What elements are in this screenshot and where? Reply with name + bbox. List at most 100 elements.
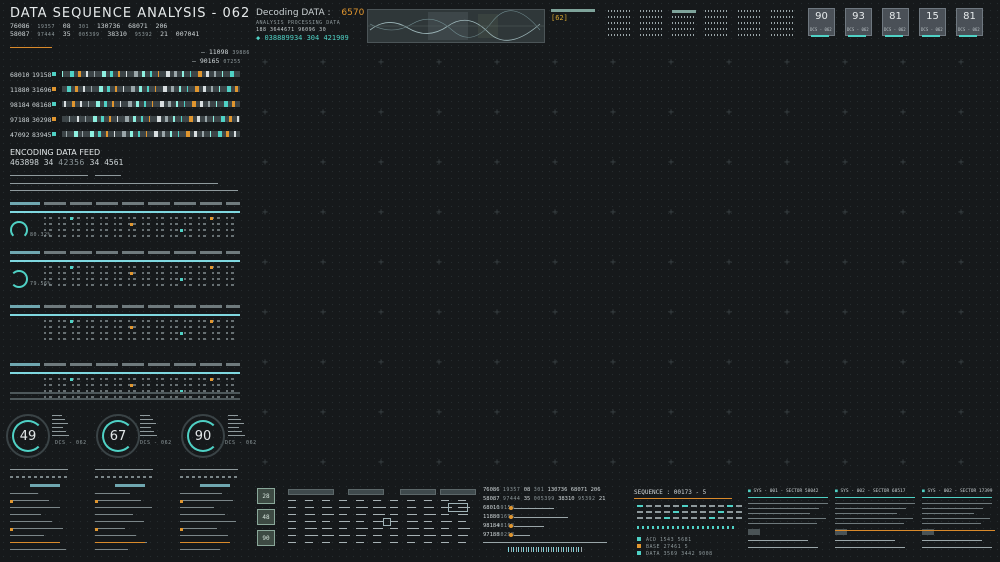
decoding-code: 038889934 304 421909 <box>264 34 349 42</box>
plus-marker: + <box>378 457 385 468</box>
feed-marker-icon <box>210 320 213 323</box>
encoding-num: 463898 <box>10 158 39 167</box>
grid-cell <box>339 521 350 522</box>
block-row <box>180 507 214 508</box>
grid-cell <box>356 521 364 522</box>
gauge-label: DCS - 062 <box>225 440 257 446</box>
page-title: DATA SEQUENCE ANALYSIS - 062 <box>10 6 251 21</box>
grid-cell <box>339 507 350 508</box>
dot-row <box>771 16 795 18</box>
signal-seg <box>163 86 167 92</box>
bc-num: 301 <box>533 487 545 493</box>
row-num: 30298 <box>32 116 52 124</box>
grid-cell <box>322 542 330 543</box>
block-marker-icon <box>95 500 98 503</box>
plus-marker: + <box>958 307 965 318</box>
grid-box <box>448 503 468 512</box>
plus-marker: + <box>378 307 385 318</box>
plus-marker: + <box>552 57 559 68</box>
sys-3: ■ SYS - 002 - SECTOR 17399 <box>922 489 992 494</box>
grid-cell <box>407 535 420 536</box>
bc-num: 206 <box>590 487 601 493</box>
plus-marker: + <box>900 207 907 218</box>
row-num: 08168 <box>32 101 52 109</box>
header-num: 68071 <box>128 22 148 30</box>
seq-cell <box>646 517 652 519</box>
tick-line <box>140 423 156 424</box>
plus-marker: + <box>610 457 617 468</box>
sequence-item: ACD 1543 5681 <box>646 537 692 543</box>
block-row <box>180 528 217 529</box>
grid-cell <box>322 521 330 522</box>
grid-cell <box>288 528 296 529</box>
signal-seg <box>66 131 67 137</box>
header-num: 97444 <box>37 32 55 38</box>
signal-seg <box>197 116 200 122</box>
seq-cell <box>709 511 715 513</box>
card-value: 15 <box>926 11 939 22</box>
mini-gauge-icon <box>10 270 28 288</box>
signal-seg <box>213 116 214 122</box>
dot-row <box>608 34 632 36</box>
seq-cell <box>673 517 679 519</box>
signal-seg <box>106 131 108 137</box>
bc-num: 97444 <box>502 496 521 502</box>
plus-marker: + <box>726 157 733 168</box>
grid-cell <box>373 507 386 508</box>
feed-header <box>44 305 240 308</box>
signal-seg <box>232 101 235 107</box>
plus-marker: + <box>552 157 559 168</box>
row-num: 68010 <box>10 71 30 79</box>
plus-marker: + <box>262 457 269 468</box>
block-row <box>10 507 60 508</box>
feed-marker-icon <box>70 378 73 381</box>
signal-seg <box>123 86 124 92</box>
grid-cell <box>424 500 432 501</box>
decoding-label-row: Decoding DATA : 6570 <box>256 8 364 18</box>
tick-line <box>52 431 66 432</box>
bc-num: 35 <box>523 496 531 502</box>
signal-seg <box>112 101 114 107</box>
square-icon: ■ <box>922 489 925 494</box>
signal-seg <box>109 116 111 122</box>
signal-seg <box>176 101 178 107</box>
grid-cell <box>356 528 368 529</box>
plus-marker: + <box>494 457 501 468</box>
signal-seg <box>194 131 197 137</box>
grid-cell <box>424 507 434 508</box>
signal-seg <box>74 131 78 137</box>
row-marker-icon <box>52 132 56 136</box>
plus-marker: + <box>958 57 965 68</box>
sys-row <box>922 540 982 541</box>
plus-marker: + <box>900 357 907 368</box>
signal-seg <box>80 101 82 107</box>
block-row <box>10 514 41 515</box>
signal-seg <box>211 86 213 92</box>
plus-marker: + <box>436 207 443 218</box>
block-line <box>180 469 238 470</box>
sys-row <box>835 503 915 504</box>
plus-marker: + <box>320 307 327 318</box>
signal-seg <box>142 71 145 77</box>
feed-marker-icon <box>210 378 213 381</box>
square-icon: ■ <box>748 489 751 494</box>
signal-seg <box>147 86 149 92</box>
seq-marker-icon <box>637 537 641 541</box>
mini-gauge-label: 79.56% <box>30 281 52 287</box>
block-row <box>10 521 52 522</box>
plus-marker: + <box>436 157 443 168</box>
header-num: 76086 <box>10 22 30 30</box>
grid-cell <box>288 521 296 522</box>
bc-progress <box>514 526 544 527</box>
plus-marker: + <box>436 307 443 318</box>
seq-cell <box>646 511 652 513</box>
seq-marker-icon <box>637 544 641 548</box>
grid-cell <box>458 500 466 501</box>
dot-row <box>705 16 729 18</box>
header-num: 58087 <box>10 30 30 38</box>
grid-cell <box>305 535 318 536</box>
encoding-num: 42356 <box>58 158 85 167</box>
signal-seg <box>224 101 228 107</box>
grid-cell <box>305 514 315 515</box>
plus-marker: + <box>552 207 559 218</box>
